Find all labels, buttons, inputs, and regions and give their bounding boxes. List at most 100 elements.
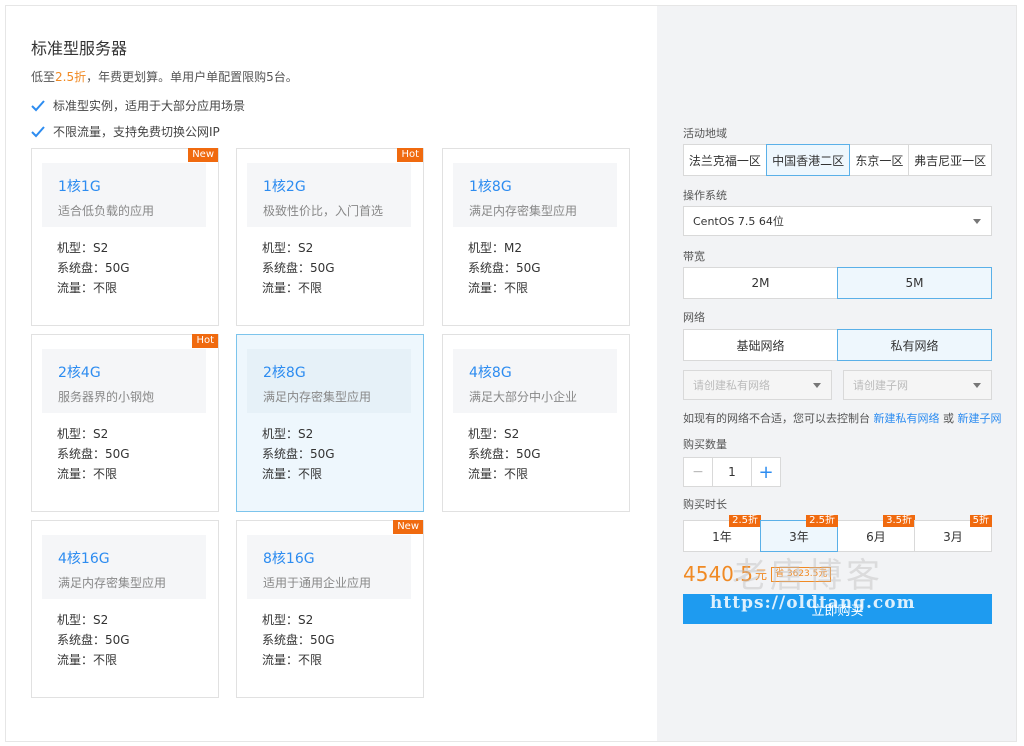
plan-model: 机型：S2 (468, 427, 520, 441)
plan-card[interactable]: 2核4G 服务器界的小钢炮 机型：S2 系统盘：50G 流量：不限 Hot (31, 334, 219, 512)
watermark-text: 老唐博客 (732, 556, 884, 596)
plan-card[interactable]: 1核1G 适合低负载的应用 机型：S2 系统盘：50G 流量：不限 New (31, 148, 219, 326)
region-option[interactable]: 弗吉尼亚一区 (908, 144, 993, 176)
page-frame: 标准型服务器 低至2.5折，年费更划算。单用户单配置限购5台。 标准型实例，适用… (5, 5, 1017, 742)
subtitle-suffix: ，年费更划算。单用户单配置限购5台。 (86, 70, 298, 84)
plan-name: 4核16G (58, 551, 110, 567)
plan-disk: 系统盘：50G (262, 261, 335, 275)
watermark-url: https://oldtang.com (710, 593, 916, 613)
plan-disk: 系统盘：50G (262, 447, 335, 461)
plan-name: 1核2G (263, 179, 306, 195)
duration-option[interactable]: 3年 2.5折 (760, 515, 838, 552)
plus-icon[interactable]: + (751, 457, 781, 487)
subtitle-discount: 2.5折 (55, 70, 87, 84)
feature-item: 不限流量，支持免费切换公网IP (31, 123, 220, 140)
plan-header: 4核16G 满足内存密集型应用 (42, 535, 206, 599)
plan-desc: 服务器界的小钢炮 (58, 390, 155, 404)
region-label: 活动地域 (683, 127, 727, 140)
discount-badge: 3.5折 (883, 515, 915, 527)
duration-text: 3月 (943, 529, 963, 544)
plan-name: 4核8G (469, 365, 512, 381)
quantity-input[interactable]: 1 (712, 457, 752, 487)
quantity-label: 购买数量 (683, 438, 727, 451)
os-value: CentOS 7.5 64位 (693, 215, 784, 228)
duration-text: 3年 (789, 529, 809, 544)
plan-header: 8核16G 适用于通用企业应用 (247, 535, 411, 599)
plan-desc: 适合低负载的应用 (58, 204, 155, 218)
plan-header: 2核8G 满足内存密集型应用 (247, 349, 411, 413)
duration-option[interactable]: 3月 5折 (914, 515, 992, 552)
plan-card[interactable]: 4核8G 满足大部分中小企业 机型：S2 系统盘：50G 流量：不限 (442, 334, 630, 512)
create-vpc-link[interactable]: 新建私有网络 (874, 412, 940, 425)
plan-model: 机型：S2 (262, 427, 314, 441)
network-option[interactable]: 私有网络 (837, 329, 992, 361)
plan-desc: 满足内存密集型应用 (58, 576, 167, 590)
bandwidth-selector: 2M 5M (683, 267, 992, 299)
plan-disk: 系统盘：50G (468, 447, 541, 461)
bandwidth-option[interactable]: 2M (683, 267, 838, 299)
region-selector: 法兰克福一区 中国香港二区 东京一区 弗吉尼亚一区 (683, 144, 993, 176)
plan-panel: 标准型服务器 低至2.5折，年费更划算。单用户单配置限购5台。 标准型实例，适用… (6, 6, 657, 741)
network-option[interactable]: 基础网络 (683, 329, 838, 361)
subnet-select[interactable]: 请创建子网 (843, 370, 992, 400)
plan-traffic: 流量：不限 (262, 281, 323, 295)
plan-card[interactable]: 4核16G 满足内存密集型应用 机型：S2 系统盘：50G 流量：不限 (31, 520, 219, 698)
plan-desc: 适用于通用企业应用 (263, 576, 372, 590)
plan-name: 2核4G (58, 365, 101, 381)
os-select[interactable]: CentOS 7.5 64位 (683, 206, 992, 236)
duration-label: 购买时长 (683, 498, 727, 511)
plan-traffic: 流量：不限 (262, 467, 323, 481)
discount-badge: 2.5折 (806, 515, 838, 527)
network-hint: 如现有的网络不合适，您可以去控制台 新建私有网络 或 新建子网 (683, 410, 1002, 426)
discount-badge: 2.5折 (729, 515, 761, 527)
region-option[interactable]: 法兰克福一区 (683, 144, 767, 176)
plan-name: 1核8G (469, 179, 512, 195)
plan-tag: Hot (192, 334, 218, 348)
region-option[interactable]: 东京一区 (849, 144, 910, 176)
page-title: 标准型服务器 (31, 39, 128, 58)
os-label: 操作系统 (683, 189, 727, 202)
plan-tag: Hot (397, 148, 423, 162)
region-option[interactable]: 中国香港二区 (765, 144, 851, 176)
minus-icon[interactable]: − (683, 457, 713, 487)
plan-model: 机型：S2 (57, 613, 109, 627)
create-subnet-link[interactable]: 新建子网 (958, 412, 1002, 425)
plan-disk: 系统盘：50G (57, 261, 130, 275)
chevron-down-icon (973, 219, 981, 224)
vpc-select[interactable]: 请创建私有网络 (683, 370, 832, 400)
plan-desc: 满足内存密集型应用 (469, 204, 578, 218)
plan-desc: 满足内存密集型应用 (263, 390, 372, 404)
plan-model: 机型：S2 (262, 241, 314, 255)
plan-traffic: 流量：不限 (57, 281, 118, 295)
chevron-down-icon (813, 383, 821, 388)
duration-text: 6月 (866, 529, 886, 544)
check-icon (31, 99, 45, 111)
plan-header: 4核8G 满足大部分中小企业 (453, 349, 617, 413)
plan-card[interactable]: 2核8G 满足内存密集型应用 机型：S2 系统盘：50G 流量：不限 (236, 334, 424, 512)
plan-traffic: 流量：不限 (57, 653, 118, 667)
duration-text: 1年 (712, 529, 732, 544)
plan-traffic: 流量：不限 (468, 467, 529, 481)
plan-name: 2核8G (263, 365, 306, 381)
subnet-placeholder: 请创建子网 (853, 379, 908, 392)
feature-item: 标准型实例，适用于大部分应用场景 (31, 97, 245, 114)
plan-card[interactable]: 1核2G 极致性价比，入门首选 机型：S2 系统盘：50G 流量：不限 Hot (236, 148, 424, 326)
page-subtitle: 低至2.5折，年费更划算。单用户单配置限购5台。 (31, 68, 298, 85)
quantity-stepper: − 1 + (683, 457, 781, 487)
plan-desc: 满足大部分中小企业 (469, 390, 578, 404)
feature-text: 不限流量，支持免费切换公网IP (53, 125, 220, 139)
plan-card[interactable]: 1核8G 满足内存密集型应用 机型：M2 系统盘：50G 流量：不限 (442, 148, 630, 326)
check-icon (31, 125, 45, 137)
hint-text: 如现有的网络不合适，您可以去控制台 (683, 412, 870, 425)
duration-selector: 1年 2.5折 3年 2.5折 6月 3.5折 3月 5折 (683, 515, 992, 552)
bandwidth-option[interactable]: 5M (837, 267, 992, 299)
plan-name: 1核1G (58, 179, 101, 195)
plan-card[interactable]: 8核16G 适用于通用企业应用 机型：S2 系统盘：50G 流量：不限 New (236, 520, 424, 698)
vpc-placeholder: 请创建私有网络 (693, 379, 770, 392)
plan-tag: New (393, 520, 423, 534)
plan-model: 机型：S2 (57, 427, 109, 441)
hint-or: 或 (943, 412, 954, 425)
plan-header: 2核4G 服务器界的小钢炮 (42, 349, 206, 413)
network-label: 网络 (683, 311, 705, 324)
config-panel: 活动地域 法兰克福一区 中国香港二区 东京一区 弗吉尼亚一区 操作系统 Cent… (657, 6, 1016, 741)
